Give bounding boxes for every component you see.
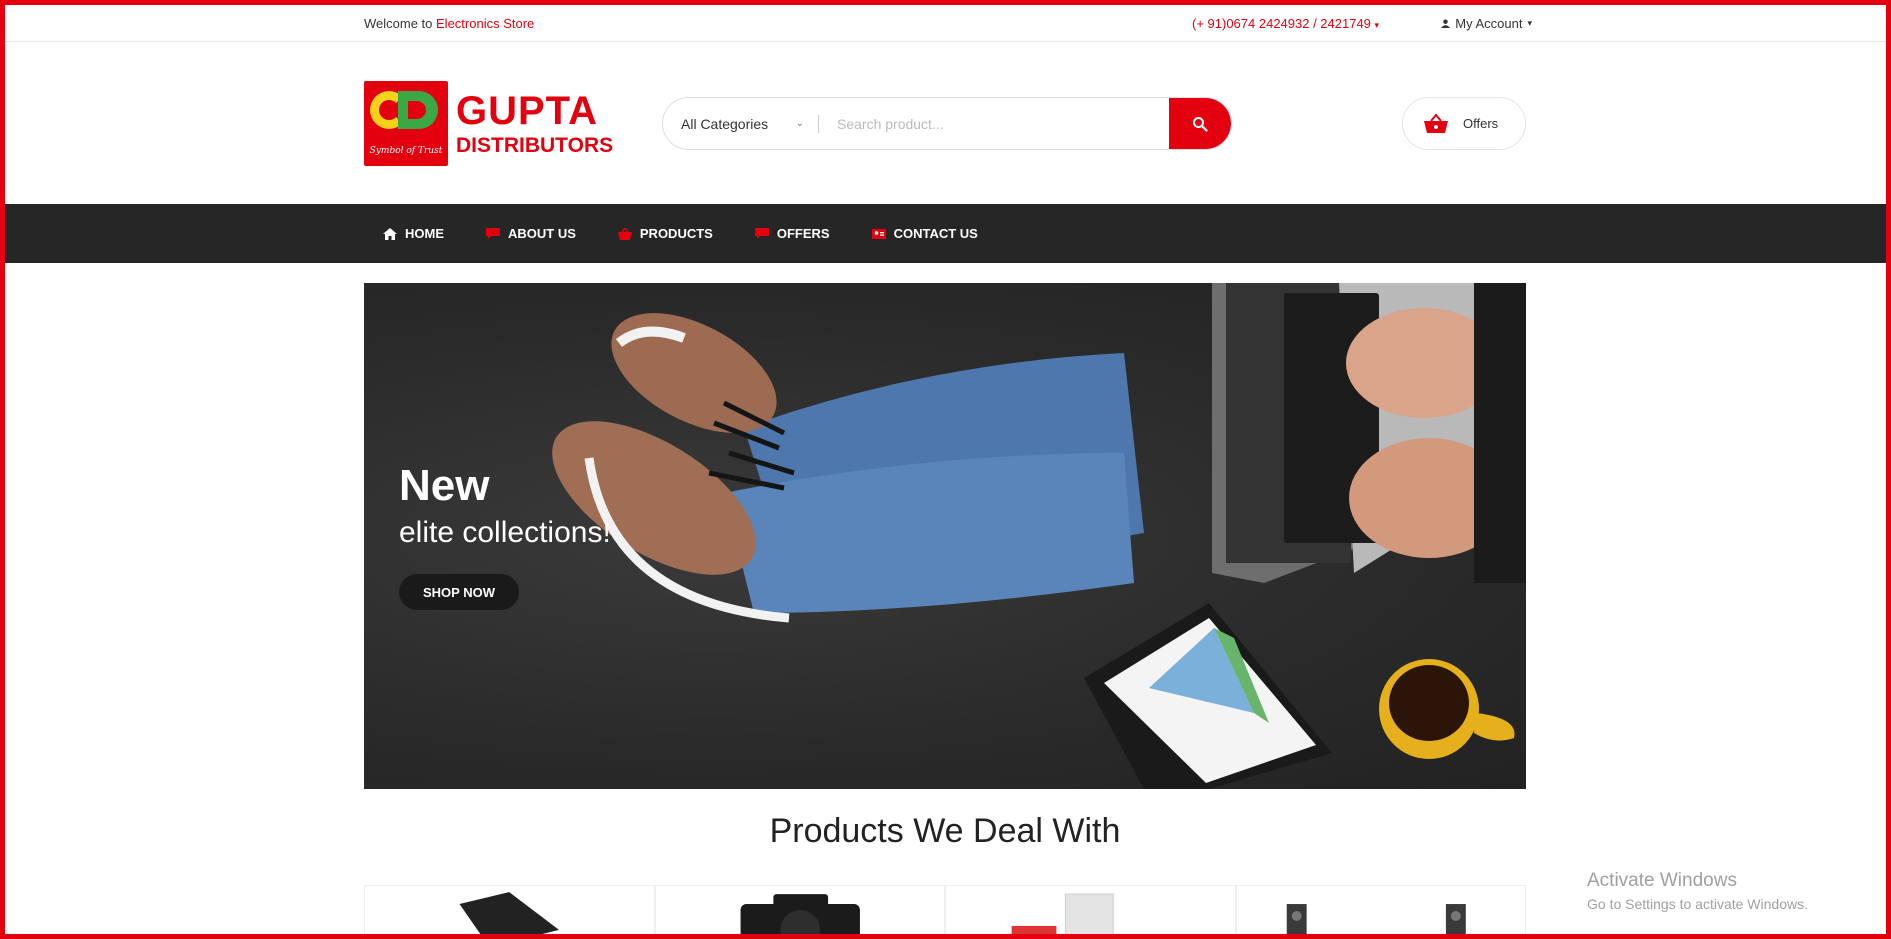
hero-title: New <box>399 461 490 510</box>
store-name-link[interactable]: Electronics Store <box>436 16 534 31</box>
camera-image <box>740 894 860 938</box>
product-card-speakers[interactable] <box>1235 885 1526 939</box>
contact-card-icon <box>871 228 886 239</box>
search-icon <box>1193 116 1208 132</box>
offers-label: Offers <box>1463 116 1499 131</box>
nav-item-home[interactable]: HOME <box>383 226 444 241</box>
top-bar: Welcome to Electronics Store (+ 91)0674 … <box>5 5 1886 42</box>
basket-icon <box>1424 112 1448 133</box>
nav-item-label: OFFERS <box>776 226 830 241</box>
basket-icon <box>617 227 632 240</box>
category-select[interactable]: All Categories ⌄ <box>663 116 818 132</box>
search-button[interactable] <box>1169 98 1231 149</box>
product-card-camera[interactable] <box>654 885 945 939</box>
nav-item-products[interactable]: PRODUCTS <box>617 226 713 241</box>
nav-item-contact-us[interactable]: CONTACT US <box>871 226 978 241</box>
product-card-laptop[interactable] <box>364 885 655 939</box>
nav-item-offers[interactable]: OFFERS <box>754 226 830 241</box>
nav-item-about-us[interactable]: ABOUT US <box>486 226 576 241</box>
my-account-label: My Account <box>1455 16 1523 31</box>
offers-button[interactable]: Offers <box>1402 97 1526 150</box>
shop-now-button[interactable]: SHOP NOW <box>399 574 519 610</box>
logo-emblem: Symbol of Trust <box>364 81 448 166</box>
product-grid <box>364 885 1526 939</box>
chevron-down-icon: ⌄ <box>795 118 804 129</box>
my-account-dropdown[interactable]: My Account ▾ <box>1441 16 1532 31</box>
chat-bubble-icon <box>486 227 500 239</box>
logo-tagline: Symbol of Trust <box>369 146 443 156</box>
phone-dropdown[interactable]: (+ 91)0674 2424932 / 2421749 ▾ <box>1192 16 1379 31</box>
home-icon <box>383 227 397 240</box>
chat-bubble-icon <box>754 227 769 239</box>
hero-banner: New elite collections! SHOP NOW <box>364 283 1526 789</box>
laptop-image <box>459 892 559 938</box>
user-icon <box>1441 19 1451 28</box>
section-title: Products We Deal With <box>769 812 1121 850</box>
nav-item-label: HOME <box>405 226 444 241</box>
main-nav: HOME ABOUT US PRODUCTS OFFERS CONTACT US <box>5 204 1886 263</box>
hero-subtitle: elite collections! <box>399 516 611 549</box>
nav-item-label: PRODUCTS <box>639 226 713 241</box>
caret-down-icon: ▾ <box>1527 18 1532 28</box>
watermark-title: Activate Windows <box>1587 870 1737 891</box>
appliance-image <box>1011 893 1114 938</box>
windows-activation-watermark: Activate Windows Go to Settings to activ… <box>1587 870 1808 912</box>
caret-down-icon: ▾ <box>1374 20 1380 30</box>
search-bar: All Categories ⌄ <box>662 97 1232 150</box>
watermark-subtitle: Go to Settings to activate Windows. <box>1587 896 1808 912</box>
search-input[interactable] <box>819 115 1169 132</box>
category-select-value: All Categories <box>681 115 769 132</box>
nav-item-label: CONTACT US <box>893 226 978 241</box>
speakers-image <box>1286 904 1466 938</box>
product-card-appliance[interactable] <box>945 885 1236 939</box>
logo-name: GUPTA <box>456 89 599 133</box>
logo-subname: DISTRIBUTORS <box>456 134 614 157</box>
nav-item-label: ABOUT US <box>508 226 576 241</box>
welcome-text: Welcome to Electronics Store <box>364 16 535 31</box>
site-logo[interactable]: Symbol of Trust GUPTA DISTRIBUTORS <box>364 81 616 166</box>
